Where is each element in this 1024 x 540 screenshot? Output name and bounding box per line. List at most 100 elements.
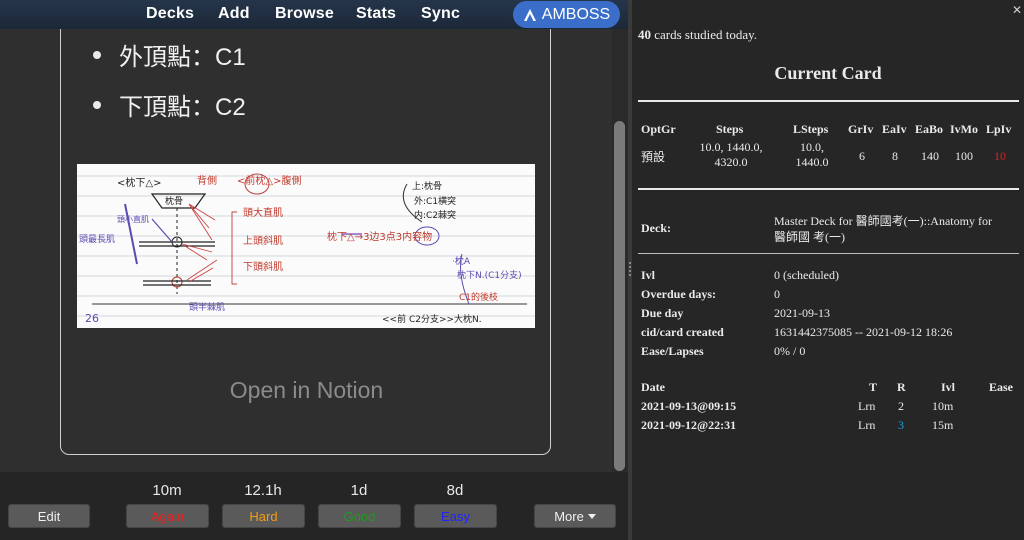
again-button[interactable]: Again <box>126 504 209 528</box>
card-info-panel: ✕ 40 cards studied today. Current Card O… <box>632 0 1024 540</box>
sketch-label: 外:C1横突 <box>414 195 456 207</box>
sketch-label: 26 <box>85 312 99 325</box>
bullet-text: 外頂點：C1 <box>119 44 246 71</box>
field-label: Ease/Lapses <box>641 344 704 358</box>
sketch-label: <枕下△> <box>117 176 161 189</box>
studied-suffix: cards studied today. <box>651 27 758 42</box>
list-item: 下頂點：C2 <box>93 87 246 122</box>
sketch-label: 内:C2棘突 <box>414 209 456 221</box>
opt-header: EaBo <box>915 122 944 136</box>
field-label: Overdue days: <box>641 287 716 301</box>
divider-line <box>638 188 1019 190</box>
opt-steps-line: 4320.0 <box>714 155 748 169</box>
easy-button[interactable]: Easy <box>414 504 497 528</box>
review-header: Date <box>641 380 665 394</box>
deck-label: Deck: <box>641 221 671 235</box>
scrollbar-thumb[interactable] <box>614 121 625 471</box>
review-header: Ivl <box>941 380 956 394</box>
sketch-label: 上頭斜肌 <box>243 234 283 247</box>
opt-ivmo: 100 <box>955 149 973 163</box>
sketch-label: ·枕A <box>452 255 471 267</box>
review-rating: 3 <box>898 418 904 432</box>
good-button[interactable]: Good <box>318 504 401 528</box>
sketch-label: 頭最長肌 <box>79 234 115 245</box>
sketch-label: 枕下N.(C1分支) <box>457 269 522 281</box>
opt-eaiv: 8 <box>892 149 898 163</box>
opt-lpiv: 10 <box>994 149 1006 163</box>
opt-eabo: 140 <box>921 149 939 163</box>
review-type: Lrn <box>858 418 876 432</box>
review-header: Ease <box>989 380 1013 394</box>
bullet-icon <box>93 100 101 109</box>
sketch-label: 下頭斜肌 <box>243 260 283 273</box>
nav-add[interactable]: Add <box>218 5 250 23</box>
studied-count: 40 <box>638 27 651 42</box>
review-interval: 10m <box>932 399 954 413</box>
divider-line <box>638 100 1019 102</box>
field-label: cid/card created <box>641 325 724 339</box>
opt-header: LpIv <box>986 122 1012 136</box>
sketch-drawing: <枕下△> 背側 <前枕△>腹側 枕骨 上:枕骨 外:C1横突 内:C2棘突 頭… <box>77 173 535 325</box>
deck-line: Master Deck for 醫師國考(一)::Anatomy for <box>774 214 992 228</box>
field-value: 0 <box>774 287 780 301</box>
bullet-icon <box>93 50 101 59</box>
opt-lsteps-line: 1440.0 <box>795 155 829 169</box>
close-icon[interactable]: ✕ <box>1012 3 1022 17</box>
opt-header: OptGr <box>641 122 676 136</box>
opt-lsteps-line: 10.0, <box>800 140 824 154</box>
amboss-button[interactable]: AMBOSS <box>513 1 620 28</box>
nav-stats[interactable]: Stats <box>356 5 396 23</box>
easy-interval: 8d <box>446 482 464 499</box>
review-date: 2021-09-13@09:15 <box>641 399 737 413</box>
card-content: 外頂點：C1 下頂點：C2 <枕下△> 背側 <前枕△>腹側 枕骨 上:枕骨 外… <box>60 29 551 455</box>
field-value: 2021-09-13 <box>774 306 830 320</box>
hard-button[interactable]: Hard <box>222 504 305 528</box>
bullet-text: 下頂點：C2 <box>119 94 246 121</box>
nav-browse[interactable]: Browse <box>275 5 334 23</box>
sketch-label: 頭大直肌 <box>243 206 283 219</box>
sketch-label: 頭小直肌 <box>117 214 149 224</box>
field-value: 0% / 0 <box>774 344 806 358</box>
list-item: 外頂點：C1 <box>93 37 246 72</box>
opt-steps: 10.0, 1440.0, 4320.0 <box>696 140 766 170</box>
field-value: 0 (scheduled) <box>774 268 839 282</box>
opt-header: EaIv <box>882 122 907 136</box>
splitter-grip-icon <box>629 262 631 276</box>
field-label: Due day <box>641 306 684 320</box>
amboss-logo-icon <box>523 8 536 21</box>
sketch-label: 枕下△→3边3点3内容物 <box>327 230 432 243</box>
review-header: R <box>897 380 906 394</box>
more-button[interactable]: More <box>534 504 616 528</box>
top-toolbar: Decks Add Browse Stats Sync AMBOSS <box>0 0 628 29</box>
sketch-label: 枕骨 <box>165 195 183 207</box>
studied-today-text: 40 cards studied today. <box>638 27 757 43</box>
card-viewport: 外頂點：C1 下頂點：C2 <枕下△> 背側 <前枕△>腹側 枕骨 上:枕骨 外… <box>0 29 612 472</box>
opt-griv: 6 <box>859 149 865 163</box>
opt-steps-line: 10.0, 1440.0, <box>699 140 763 154</box>
good-interval: 1d <box>350 482 368 499</box>
opt-header: GrIv <box>848 122 874 136</box>
caret-down-icon <box>587 513 596 519</box>
anatomy-sketch-image: <枕下△> 背側 <前枕△>腹側 枕骨 上:枕骨 外:C1横突 内:C2棘突 頭… <box>77 164 535 328</box>
open-in-notion-link[interactable]: Open in Notion <box>61 377 552 404</box>
review-type: Lrn <box>858 399 876 413</box>
deck-line: 醫師國 考(一) <box>774 230 845 244</box>
edit-button[interactable]: Edit <box>8 504 90 528</box>
opt-optgr: 預設 <box>641 150 666 164</box>
review-interval: 15m <box>932 418 954 432</box>
nav-decks[interactable]: Decks <box>146 5 194 23</box>
field-label: Ivl <box>641 268 656 282</box>
sketch-label: 上:枕骨 <box>412 180 442 192</box>
card-scrollbar[interactable] <box>612 29 628 472</box>
opt-header: Steps <box>716 122 744 136</box>
review-date: 2021-09-12@22:31 <box>641 418 737 432</box>
field-value: 1631442375085 -- 2021-09-12 18:26 <box>774 325 953 339</box>
sketch-label: C1的後枝 <box>459 291 498 303</box>
nav-sync[interactable]: Sync <box>421 5 460 23</box>
sketch-label: <<前 C2分支>>大枕N. <box>382 313 482 325</box>
again-interval: 10m <box>152 482 182 499</box>
hard-interval: 12.1h <box>244 482 282 499</box>
opt-header: IvMo <box>950 122 978 136</box>
more-button-label: More <box>554 508 584 524</box>
amboss-label: AMBOSS <box>541 5 611 23</box>
